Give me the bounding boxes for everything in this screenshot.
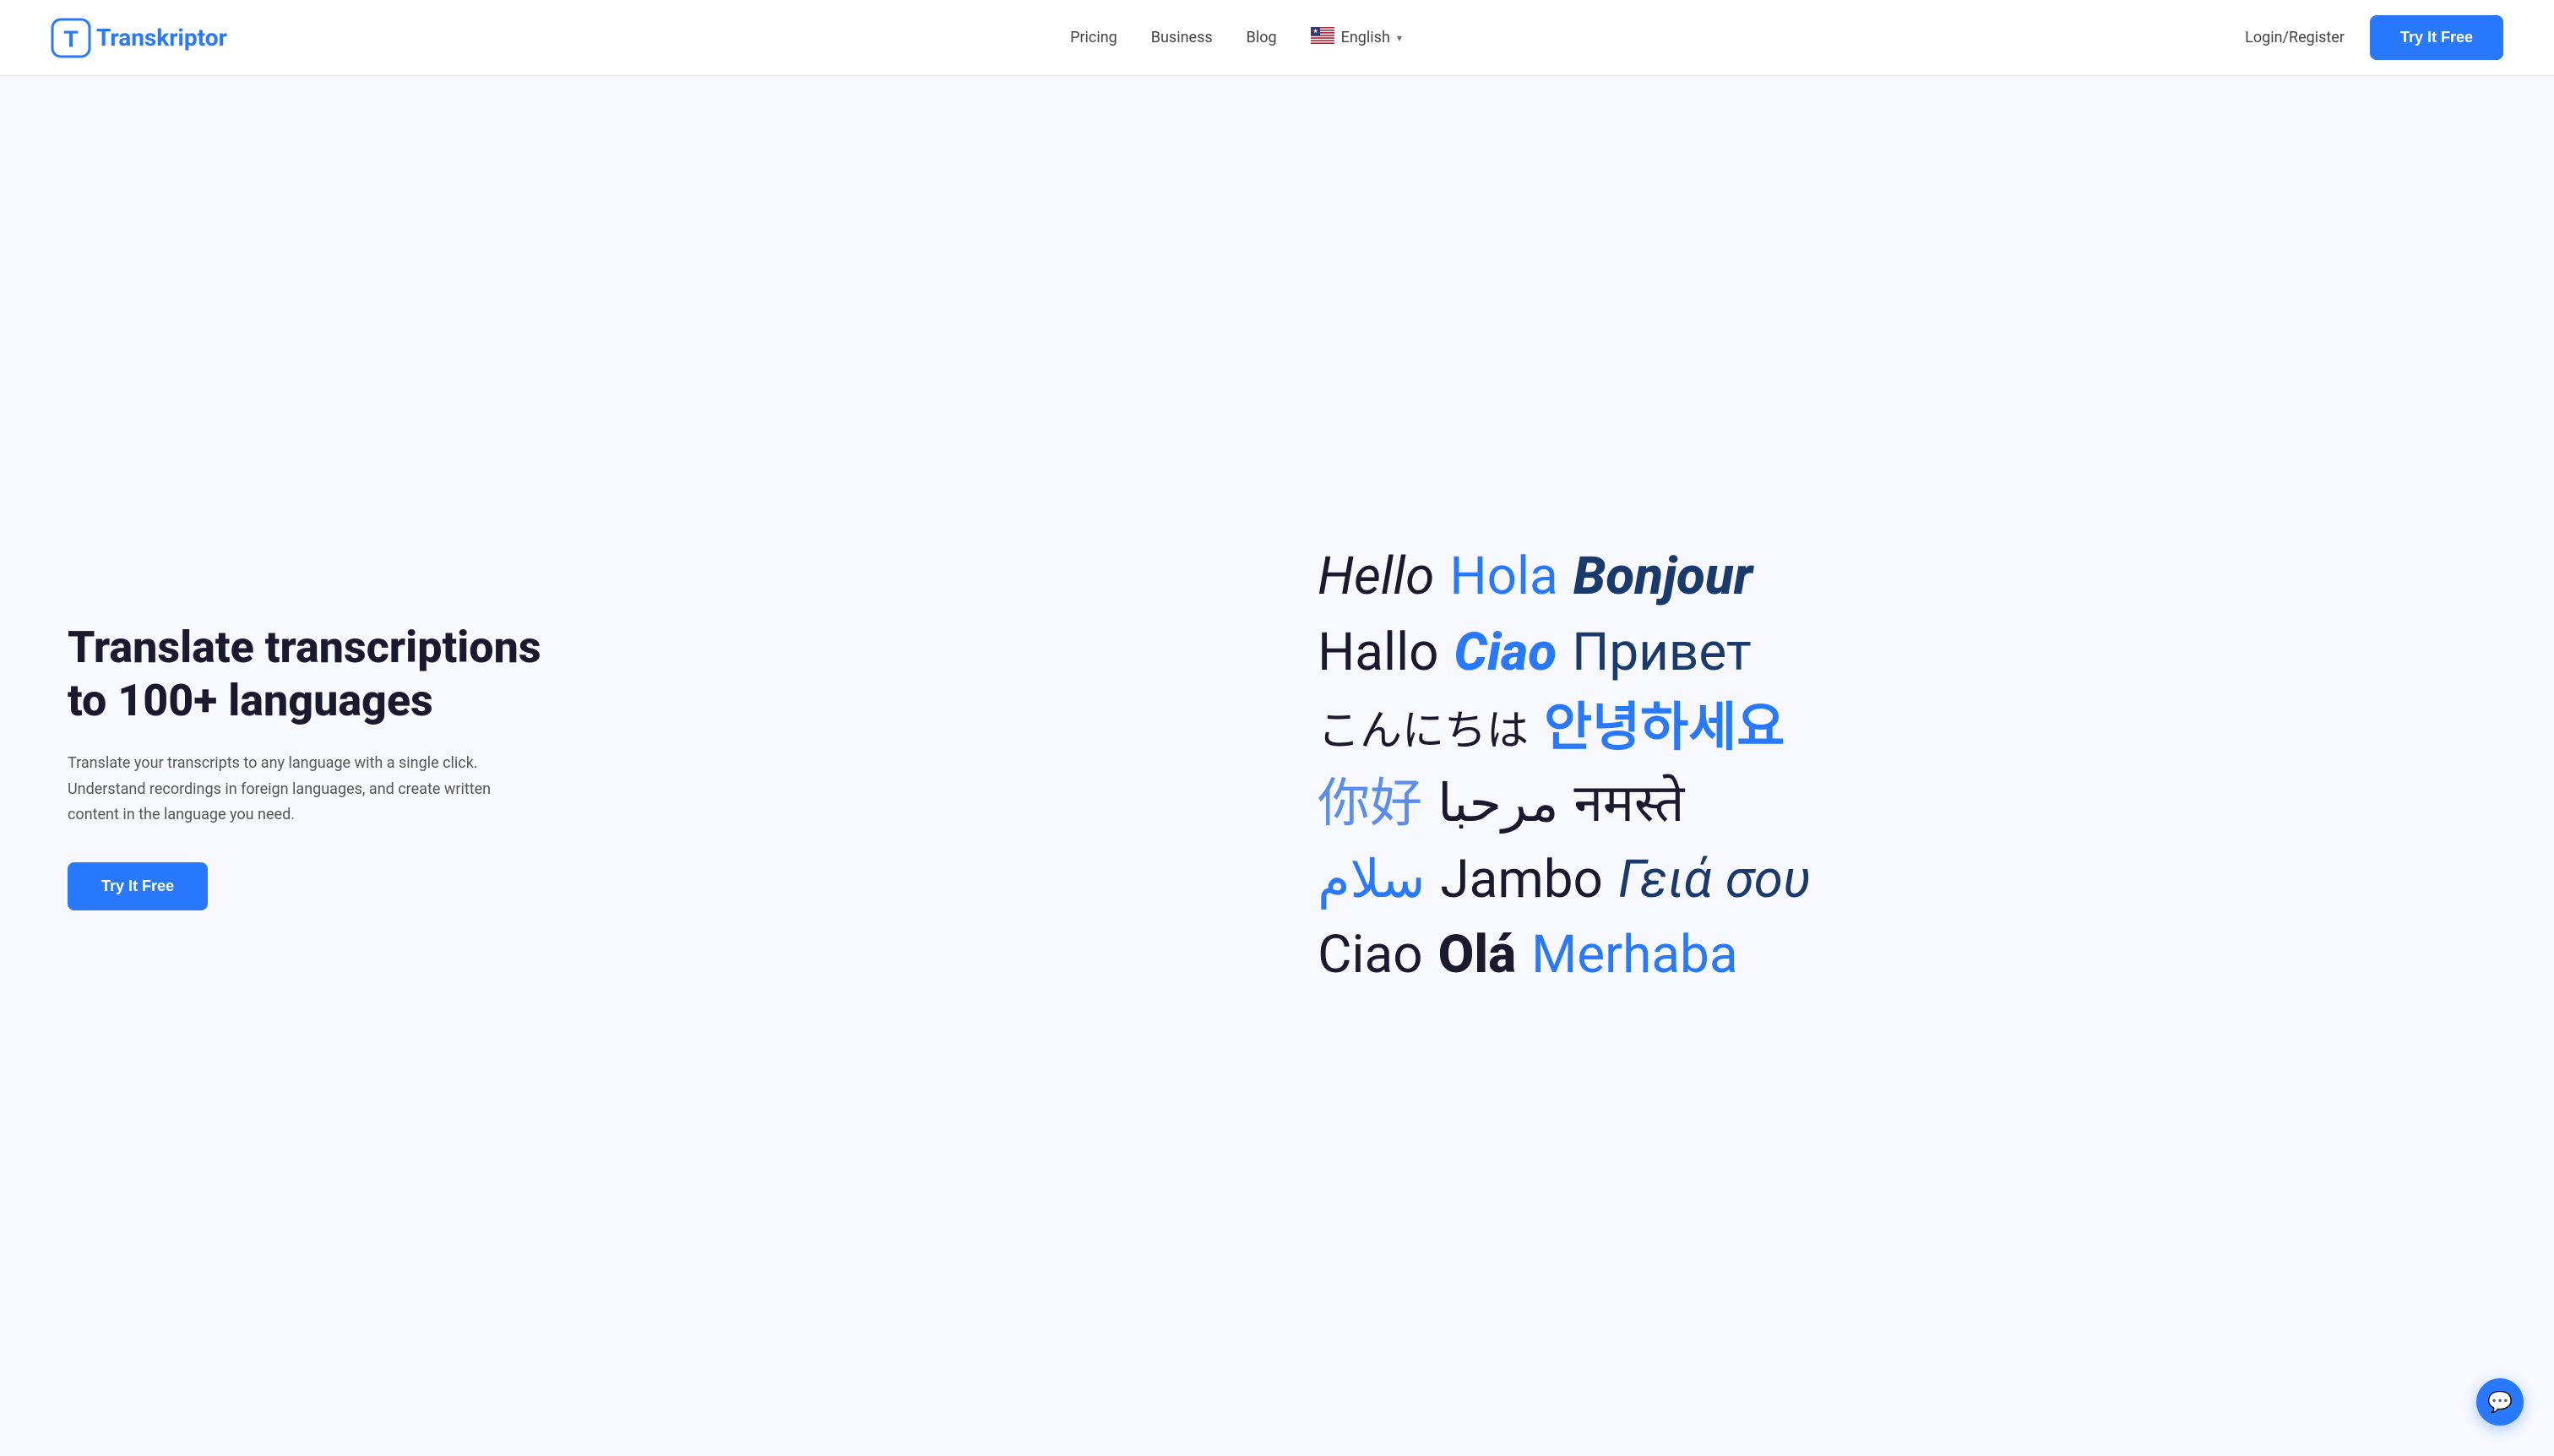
hero-left: Translate transcriptions to 100+ languag… bbox=[68, 622, 574, 910]
lang-row-5: سلام Jambo Γειά σου bbox=[1318, 845, 1811, 915]
word-hello: Hello bbox=[1318, 541, 1434, 612]
word-privet: Привет bbox=[1572, 617, 1752, 688]
language-cloud: Hello Hola Bonjour Hallo Ciao Привет こんに… bbox=[1318, 541, 1811, 991]
svg-text:★: ★ bbox=[1312, 28, 1318, 35]
nav-links: Pricing Business Blog bbox=[1070, 27, 1402, 48]
nav-link-business[interactable]: Business bbox=[1151, 29, 1213, 46]
hero-right: Hello Hola Bonjour Hallo Ciao Привет こんに… bbox=[574, 541, 2503, 991]
word-jambo: Jambo bbox=[1440, 845, 1602, 915]
word-ola: Olá bbox=[1438, 920, 1517, 991]
word-bonjour: Bonjour bbox=[1573, 541, 1752, 612]
navbar: T Transkriptor Pricing Business Blog bbox=[0, 0, 2554, 76]
word-konnichiwa: こんにちは bbox=[1318, 704, 1529, 761]
lang-row-3: こんにちは 안녕하세요 bbox=[1318, 693, 1811, 763]
hero-section: Translate transcriptions to 100+ languag… bbox=[0, 76, 2554, 1456]
try-free-button-hero[interactable]: Try It Free bbox=[68, 862, 208, 910]
logo-text: Transkriptor bbox=[96, 24, 227, 52]
flag-icon: ★ bbox=[1311, 27, 1334, 48]
chevron-down-icon: ▾ bbox=[1397, 32, 1402, 44]
lang-row-1: Hello Hola Bonjour bbox=[1318, 541, 1811, 612]
word-nihao: 你好 bbox=[1318, 769, 1422, 839]
nav-link-blog[interactable]: Blog bbox=[1247, 29, 1277, 46]
word-salam: سلام bbox=[1318, 845, 1425, 915]
word-yia-sou: Γειά σου bbox=[1618, 845, 1811, 915]
chat-bubble[interactable]: 💬 bbox=[2476, 1378, 2524, 1426]
login-register-link[interactable]: Login/Register bbox=[2245, 29, 2345, 46]
word-ciao-it: Ciao bbox=[1454, 617, 1557, 688]
word-annyeong: 안녕하세요 bbox=[1544, 693, 1785, 763]
lang-row-4: 你好 مرحبا नमस्ते bbox=[1318, 769, 1811, 839]
logo-link[interactable]: T Transkriptor bbox=[51, 18, 227, 58]
language-selector[interactable]: ★ English ▾ bbox=[1311, 27, 1402, 48]
word-hallo: Hallo bbox=[1318, 617, 1438, 688]
word-marhaba: مرحبا bbox=[1437, 769, 1558, 839]
svg-text:T: T bbox=[63, 25, 78, 52]
word-namaste: नमस्ते bbox=[1573, 769, 1684, 839]
chat-icon: 💬 bbox=[2487, 1390, 2513, 1414]
word-merhaba: Merhaba bbox=[1531, 920, 1737, 991]
try-free-button-nav[interactable]: Try It Free bbox=[2370, 15, 2503, 60]
logo-icon: T bbox=[51, 18, 91, 58]
lang-row-6: Ciao Olá Merhaba bbox=[1318, 920, 1811, 991]
nav-right: Login/Register Try It Free bbox=[2245, 15, 2503, 60]
word-hola: Hola bbox=[1449, 541, 1557, 612]
lang-row-2: Hallo Ciao Привет bbox=[1318, 617, 1811, 688]
hero-title: Translate transcriptions to 100+ languag… bbox=[68, 622, 574, 727]
word-ciao-2: Ciao bbox=[1318, 920, 1423, 991]
nav-link-pricing[interactable]: Pricing bbox=[1070, 29, 1117, 46]
language-label: English bbox=[1341, 29, 1390, 46]
hero-description: Translate your transcripts to any langua… bbox=[68, 751, 507, 829]
